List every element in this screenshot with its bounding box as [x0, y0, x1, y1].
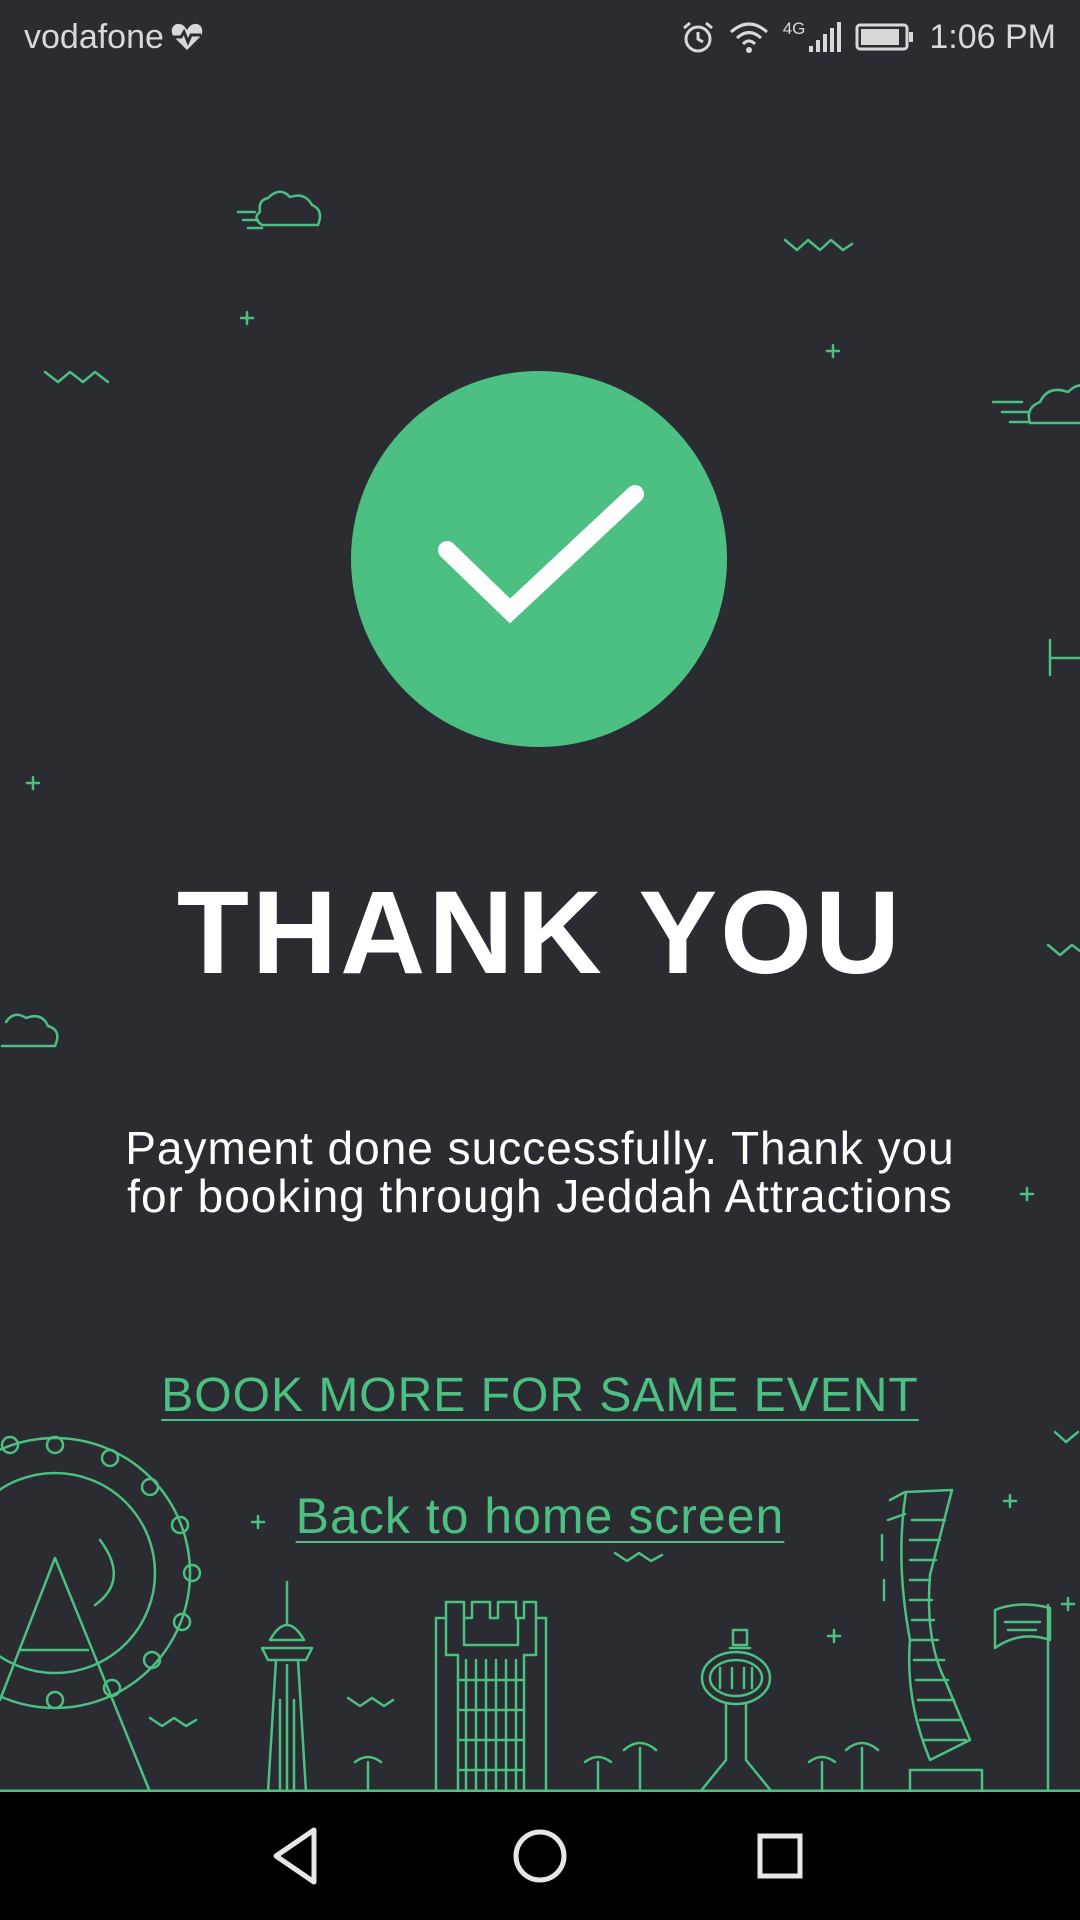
book-more-link[interactable]: BOOK MORE FOR SAME EVENT: [0, 1366, 1080, 1426]
water-tower-drawing: [698, 1628, 774, 1792]
nav-home-button[interactable]: [508, 1824, 572, 1888]
tower-drawing: [260, 1580, 314, 1792]
thank-you-screen: vodafone 4G 1:06 PM THANK YOU Payment do…: [0, 0, 1080, 1920]
success-badge: [351, 371, 727, 747]
nav-recents-button[interactable]: [748, 1824, 812, 1888]
home-circle-icon: [513, 1829, 567, 1883]
navigation-bar: [0, 1792, 1080, 1920]
saudi-flag-drawing: [993, 1603, 1052, 1792]
back-triangle-icon: [273, 1827, 317, 1885]
palm-tree-drawing: [353, 1741, 880, 1792]
confirmation-message: Payment done successfully. Thank you for…: [125, 1122, 955, 1222]
checkmark-icon: [438, 485, 644, 624]
office-building-drawing: [434, 1600, 548, 1792]
back-home-link[interactable]: Back to home screen: [0, 1486, 1080, 1546]
nav-back-button[interactable]: [268, 1824, 332, 1888]
page-title: THANK YOU: [176, 867, 904, 999]
recents-square-icon: [757, 1833, 803, 1879]
